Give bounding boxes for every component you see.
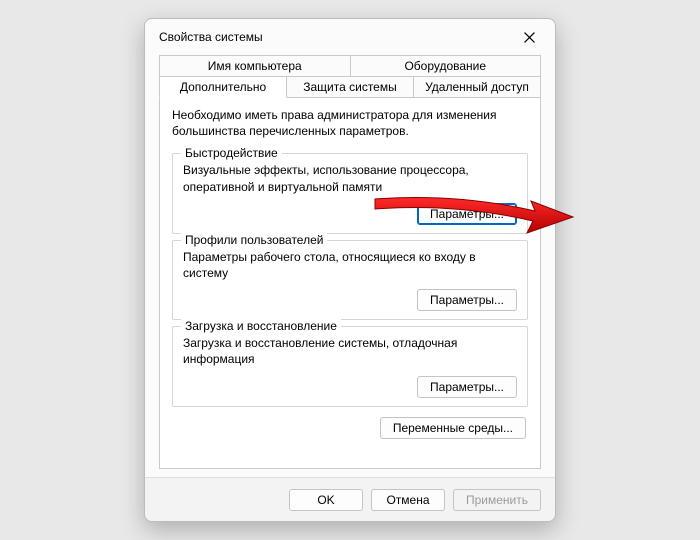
performance-settings-button[interactable]: Параметры... <box>417 203 517 225</box>
close-button[interactable] <box>511 23 547 51</box>
group-performance-desc: Визуальные эффекты, использование процес… <box>183 162 517 194</box>
group-profiles-desc: Параметры рабочего стола, относящиеся ко… <box>183 249 517 281</box>
tab-system-protection[interactable]: Защита системы <box>287 76 414 98</box>
profiles-settings-button[interactable]: Параметры... <box>417 289 517 311</box>
dialog-content: Имя компьютера Оборудование Дополнительн… <box>145 55 555 477</box>
admin-note: Необходимо иметь права администратора дл… <box>172 107 528 139</box>
environment-variables-button[interactable]: Переменные среды... <box>380 417 526 439</box>
tab-strip: Имя компьютера Оборудование Дополнительн… <box>159 55 541 98</box>
tab-advanced[interactable]: Дополнительно <box>159 76 287 98</box>
apply-button: Применить <box>453 489 541 511</box>
startup-settings-button[interactable]: Параметры... <box>417 376 517 398</box>
group-profiles-title: Профили пользователей <box>181 233 327 247</box>
tab-remote[interactable]: Удаленный доступ <box>414 76 541 98</box>
titlebar: Свойства системы <box>145 19 555 55</box>
close-icon <box>524 32 535 43</box>
dialog-footer: OK Отмена Применить <box>145 477 555 521</box>
group-startup-title: Загрузка и восстановление <box>181 319 341 333</box>
group-startup-desc: Загрузка и восстановление системы, отлад… <box>183 335 517 367</box>
ok-button[interactable]: OK <box>289 489 363 511</box>
group-performance: Быстродействие Визуальные эффекты, испол… <box>172 153 528 233</box>
group-user-profiles: Профили пользователей Параметры рабочего… <box>172 240 528 320</box>
window-title: Свойства системы <box>159 30 263 44</box>
group-startup-recovery: Загрузка и восстановление Загрузка и вос… <box>172 326 528 406</box>
tab-panel-advanced: Необходимо иметь права администратора дл… <box>159 97 541 469</box>
cancel-button[interactable]: Отмена <box>371 489 445 511</box>
system-properties-dialog: Свойства системы Имя компьютера Оборудов… <box>144 18 556 522</box>
tab-hardware[interactable]: Оборудование <box>351 55 542 76</box>
group-performance-title: Быстродействие <box>181 146 282 160</box>
tab-computer-name[interactable]: Имя компьютера <box>159 55 351 76</box>
